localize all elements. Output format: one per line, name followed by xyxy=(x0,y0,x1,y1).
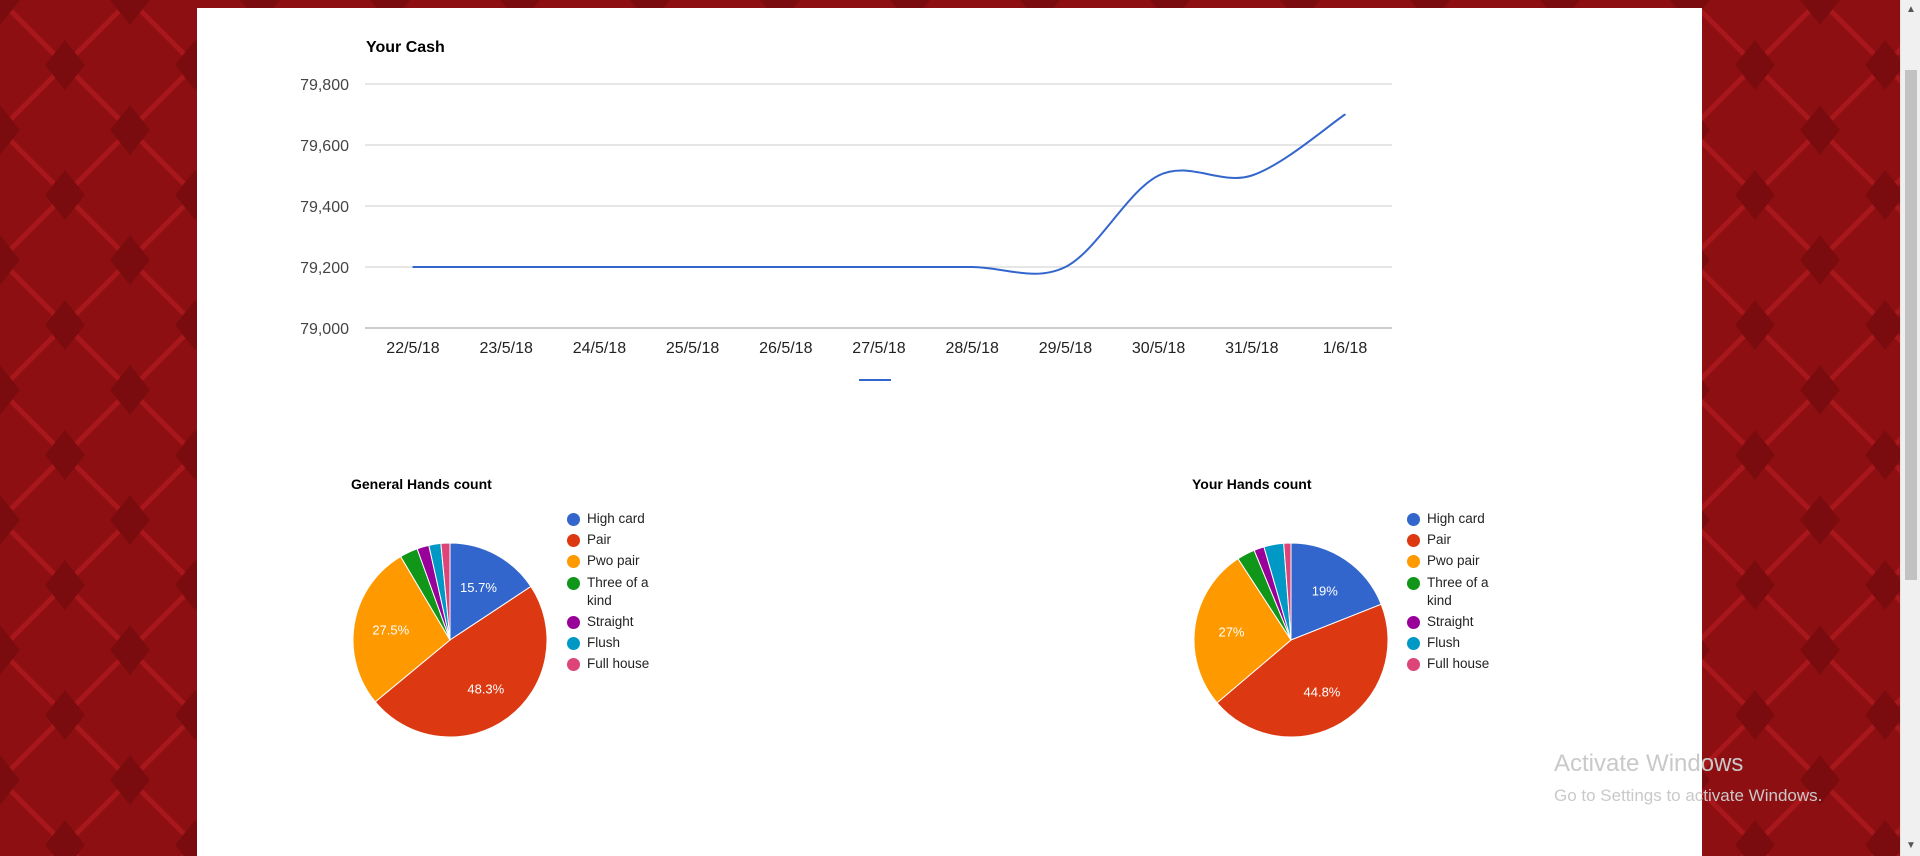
legend-label: High card xyxy=(587,511,645,526)
cash-data-point xyxy=(412,266,414,268)
legend-item: High card xyxy=(1407,510,1512,528)
legend-label: Straight xyxy=(1427,614,1474,629)
cash-line-chart: 79,000 79,200 79,400 79,600 79,800 22/5/18 23/… xyxy=(300,77,1392,381)
x-tick-label: 30/5/18 xyxy=(1132,340,1185,357)
y-tick-label: 79,000 xyxy=(300,321,349,338)
scroll-thumb[interactable] xyxy=(1905,70,1917,580)
x-tick-label: 29/5/18 xyxy=(1039,340,1092,357)
legend-swatch xyxy=(567,577,580,590)
cash-data-point xyxy=(1157,174,1160,177)
legend-swatch xyxy=(567,616,580,629)
x-tick-label: 25/5/18 xyxy=(666,340,719,357)
your-hands-pie: 19% 44.8% 27% xyxy=(1193,542,1389,738)
legend-swatch xyxy=(1407,637,1420,650)
y-tick-label: 79,200 xyxy=(300,260,349,277)
y-tick-label: 79,400 xyxy=(300,199,349,216)
scroll-down-arrow-icon[interactable]: ▼ xyxy=(1901,838,1920,854)
x-tick-label: 24/5/18 xyxy=(573,340,626,357)
legend-swatch xyxy=(567,534,580,547)
slice-percent-label: 19% xyxy=(1312,583,1338,598)
legend-item: Three of a kind xyxy=(1407,574,1512,610)
activate-windows-watermark: Activate Windows Go to Settings to activ… xyxy=(1554,750,1822,806)
your-pie-title: Your Hands count xyxy=(1192,476,1312,492)
slice-percent-label: 27.5% xyxy=(372,623,409,638)
cash-data-point xyxy=(878,266,880,268)
legend-label: Pair xyxy=(1427,532,1452,547)
x-tick-label: 27/5/18 xyxy=(852,340,905,357)
legend-swatch xyxy=(567,637,580,650)
general-pie-title: General Hands count xyxy=(351,476,492,492)
scroll-up-arrow-icon[interactable]: ▲ xyxy=(1901,2,1920,18)
cash-data-point xyxy=(1064,266,1067,268)
slice-percent-label: 48.3% xyxy=(467,681,504,696)
legend-label: Full house xyxy=(1427,656,1490,671)
cash-data-point xyxy=(691,266,694,268)
cash-data-point xyxy=(1251,174,1253,177)
legend-label: Three of a kind xyxy=(1427,575,1489,608)
legend-item: Straight xyxy=(1407,613,1512,631)
legend-item: Flush xyxy=(1407,634,1512,652)
legend-swatch xyxy=(1407,616,1420,629)
legend-swatch xyxy=(1407,513,1420,526)
legend-label: Flush xyxy=(587,635,621,650)
cash-data-point xyxy=(785,266,787,268)
legend-label: Straight xyxy=(587,614,634,629)
your-hands-legend: High card Pair Pwo pair Three of a kind Stra… xyxy=(1407,510,1512,673)
x-tick-label: 22/5/18 xyxy=(386,340,439,357)
legend-swatch xyxy=(567,513,580,526)
x-tick-label: 26/5/18 xyxy=(759,340,812,357)
cash-data-point xyxy=(971,266,973,268)
legend-swatch xyxy=(1407,577,1420,590)
cash-data-point xyxy=(505,266,508,268)
legend-label: Flush xyxy=(1427,635,1461,650)
legend-item: Flush xyxy=(567,634,672,652)
y-tick-label: 79,800 xyxy=(300,77,349,94)
x-tick-label: 31/5/18 xyxy=(1225,340,1278,357)
slice-percent-label: 15.7% xyxy=(460,580,497,595)
vertical-scrollbar[interactable]: ▲ ▼ xyxy=(1900,0,1920,856)
y-tick-label: 79,600 xyxy=(300,138,349,155)
slice-percent-label: 27% xyxy=(1218,624,1244,639)
legend-item: Pwo pair xyxy=(1407,552,1512,570)
watermark-subtitle: Go to Settings to activate Windows. xyxy=(1554,786,1823,805)
legend-item: Pair xyxy=(1407,531,1512,549)
legend-item: Pair xyxy=(567,531,672,549)
legend-label: Full house xyxy=(587,656,650,671)
slice-percent-label: 44.8% xyxy=(1304,685,1341,700)
x-tick-label: 1/6/18 xyxy=(1323,340,1368,357)
legend-item: Full house xyxy=(567,655,672,673)
legend-swatch xyxy=(1407,658,1420,671)
legend-swatch xyxy=(1407,534,1420,547)
x-tick-label: 28/5/18 xyxy=(946,340,999,357)
legend-item: Full house xyxy=(1407,655,1512,673)
cash-data-point xyxy=(598,266,601,268)
legend-item: Three of a kind xyxy=(567,574,672,610)
legend-swatch xyxy=(567,555,580,568)
cash-series-line xyxy=(412,113,1346,275)
legend-item: Pwo pair xyxy=(567,552,672,570)
legend-item: Straight xyxy=(567,613,672,631)
general-hands-pie: 15.7% 48.3% 27.5% xyxy=(352,542,548,738)
watermark-title: Activate Windows xyxy=(1554,750,1744,777)
legend-swatch xyxy=(1407,555,1420,568)
x-tick-label: 23/5/18 xyxy=(480,340,533,357)
cash-data-point xyxy=(1344,113,1346,116)
legend-swatch xyxy=(567,658,580,671)
legend-label: Pair xyxy=(587,532,612,547)
legend-label: Pwo pair xyxy=(587,553,640,568)
legend-label: High card xyxy=(1427,511,1485,526)
general-hands-legend: High card Pair Pwo pair Three of a kind Stra… xyxy=(567,510,672,673)
legend-label: Three of a kind xyxy=(587,575,649,608)
legend-label: Pwo pair xyxy=(1427,553,1480,568)
legend-item: High card xyxy=(567,510,672,528)
